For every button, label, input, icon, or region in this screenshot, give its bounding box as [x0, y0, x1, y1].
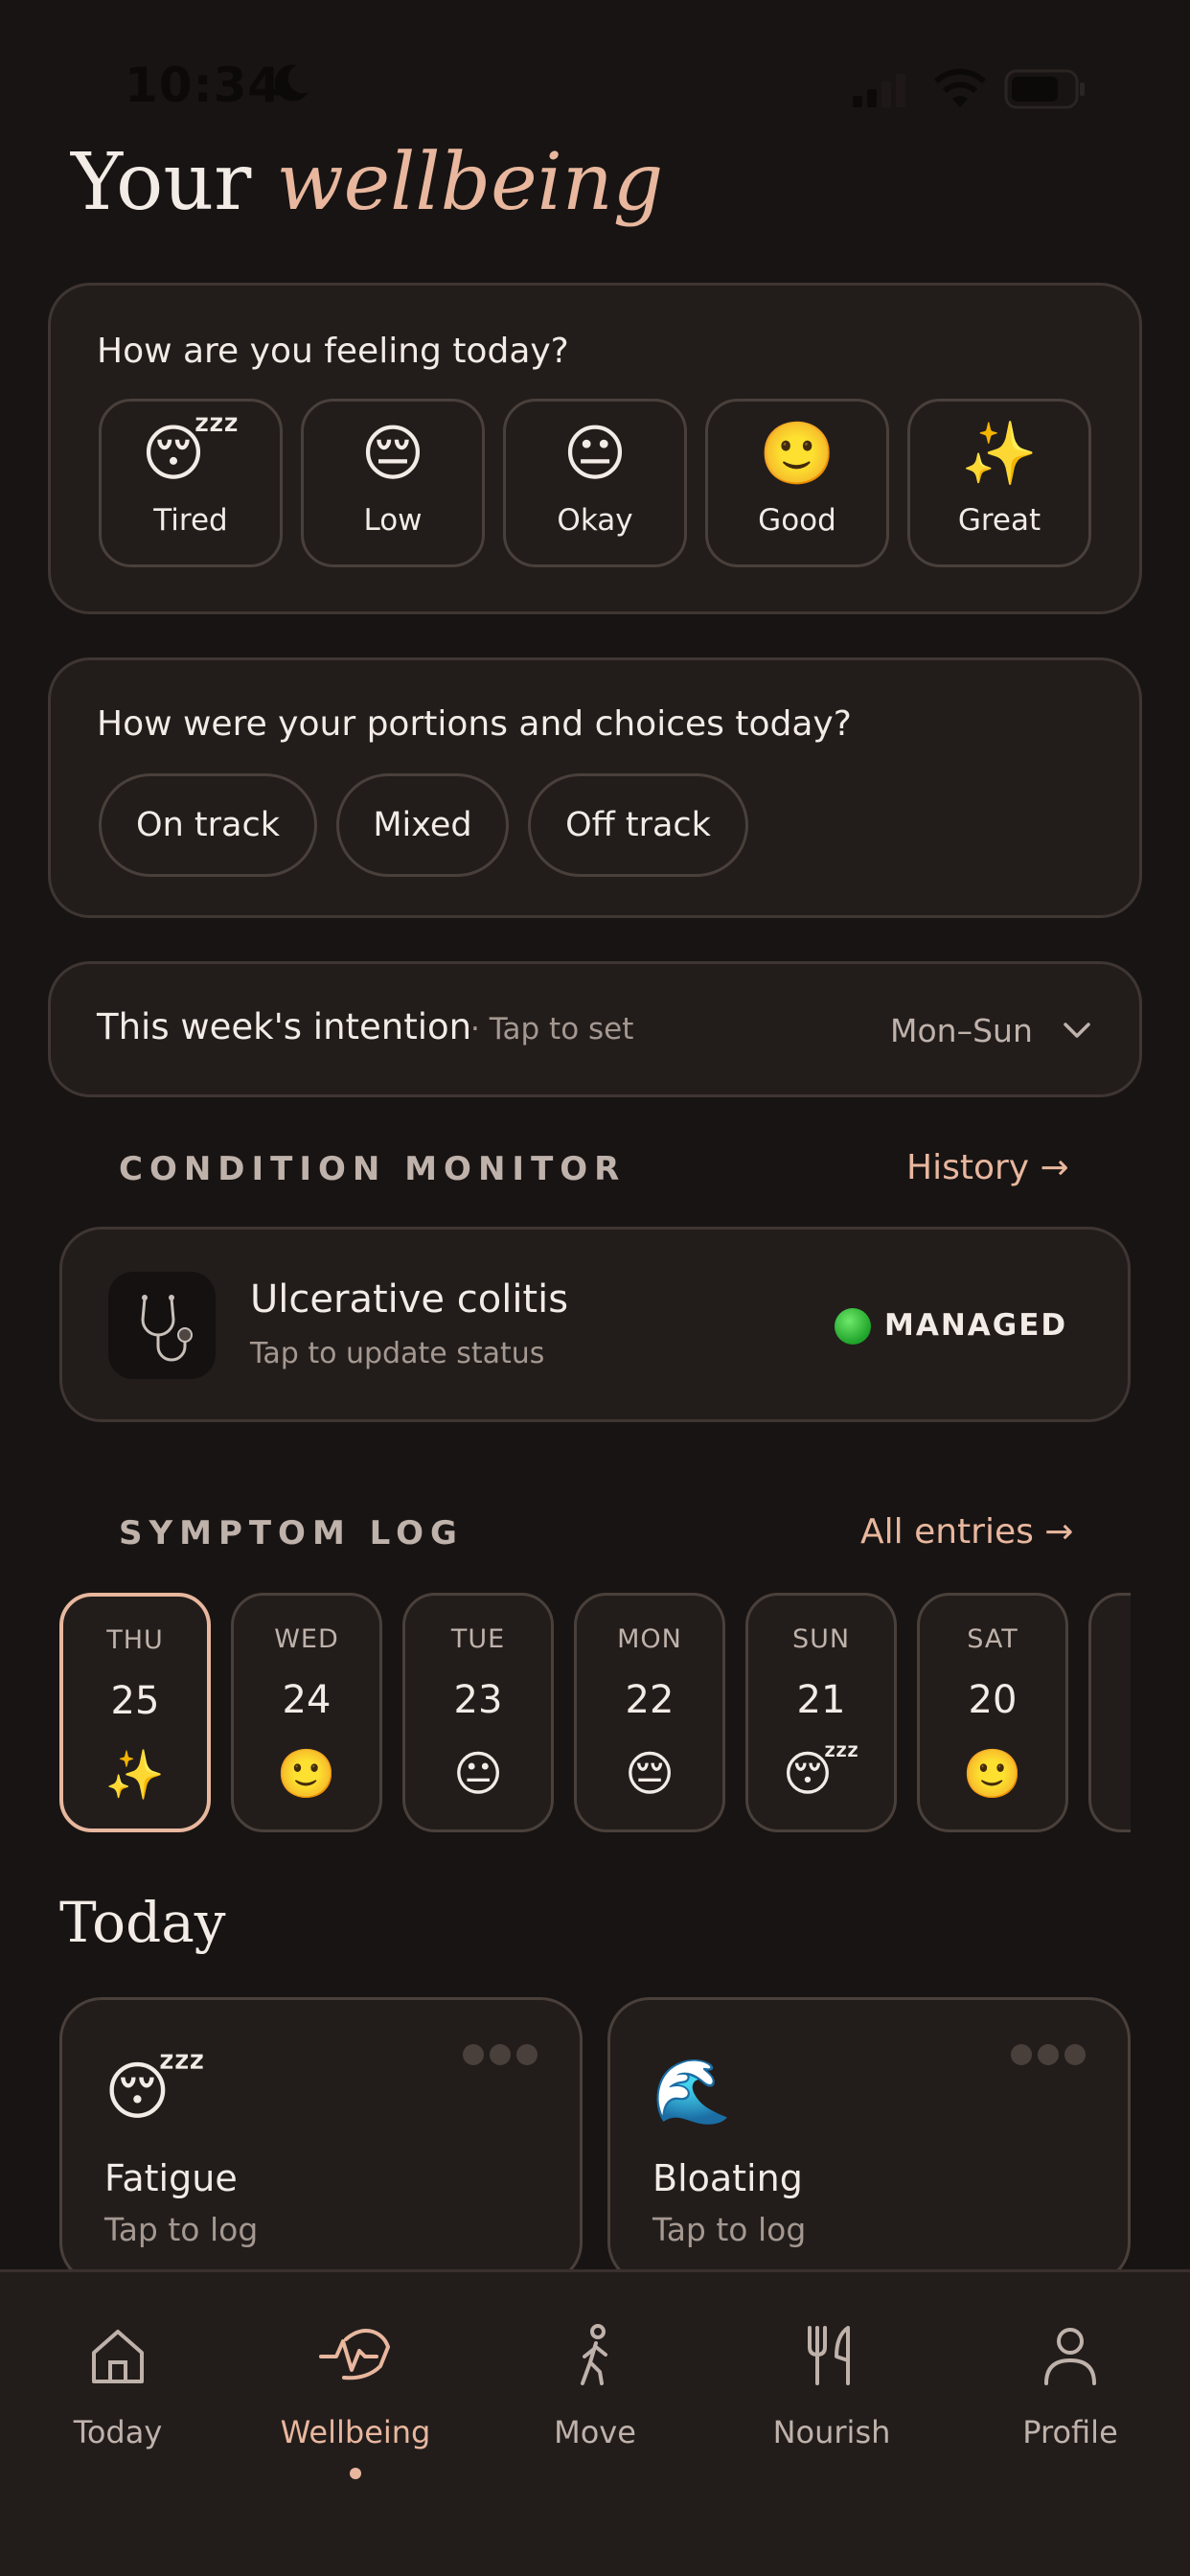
status-bar: 10:34 [0, 0, 1190, 144]
intention-card[interactable]: This week's intention · Tap to set Mon–S… [48, 961, 1142, 1097]
symptom-hint: Tap to log [652, 2211, 807, 2248]
condition-card[interactable]: Ulcerative colitis Tap to update status … [59, 1227, 1131, 1422]
mood-label: Great [957, 503, 1041, 538]
page-title: Your wellbeing [71, 144, 663, 222]
okay-emoji-icon: 😐 [562, 419, 628, 490]
mood-option-okay[interactable]: 😐 Okay [503, 399, 687, 567]
chevron-down-icon [1064, 1023, 1090, 1038]
day-of-week: TUE [450, 1624, 506, 1654]
moon-icon [274, 64, 309, 102]
day-of-week: SAT [967, 1624, 1018, 1654]
portions-card: How were your portions and choices today… [48, 657, 1142, 918]
symptom-hint: Tap to log [104, 2211, 259, 2248]
tab-label: Profile [1022, 2414, 1118, 2450]
sparkles-emoji-icon: ✨ [961, 419, 1038, 490]
day-number: 21 [796, 1678, 846, 1722]
symptom-name: Fatigue [104, 2157, 238, 2199]
fork-knife-icon [808, 2326, 850, 2385]
mood-label: Okay [557, 503, 633, 538]
all-entries-link[interactable]: All entries → [860, 1512, 1073, 1552]
condition-name: Ulcerative colitis [250, 1277, 569, 1322]
mood-label: Tired [153, 503, 228, 538]
symptom-card-fatigue[interactable]: 😴 Fatigue Tap to log [59, 1997, 583, 2285]
day-chip-thu[interactable]: THU 25 ✨ [59, 1593, 211, 1832]
sparkles-emoji-icon: ✨ [104, 1747, 166, 1803]
stethoscope-icon [108, 1272, 216, 1379]
tab-today[interactable]: Today [12, 2322, 223, 2485]
mood-option-good[interactable]: 🙂 Good [705, 399, 889, 567]
signal-icon [853, 74, 905, 107]
feeling-question: How are you feeling today? [97, 332, 569, 371]
active-tab-indicator [350, 2468, 361, 2479]
intention-range: Mon–Sun [890, 1012, 1033, 1049]
tab-profile[interactable]: Profile [965, 2322, 1176, 2485]
mood-label: Low [363, 503, 423, 538]
symptom-log-label: SYMPTOM LOG [119, 1514, 464, 1552]
tab-label: Nourish [772, 2414, 891, 2450]
day-number: 22 [625, 1678, 675, 1722]
tab-move[interactable]: Move [490, 2322, 700, 2485]
home-icon [92, 2330, 144, 2383]
history-link[interactable]: History → [906, 1148, 1069, 1187]
day-number: 24 [282, 1678, 332, 1722]
okay-emoji-icon: 😐 [452, 1746, 504, 1802]
day-of-week: MON [617, 1624, 682, 1654]
day-number: 23 [453, 1678, 503, 1722]
good-emoji-icon: 🙂 [962, 1746, 1023, 1802]
condition-subtitle: Tap to update status [250, 1337, 545, 1370]
day-chip-sat[interactable]: SAT 20 🙂 [917, 1593, 1068, 1832]
tired-emoji-icon: 😴 [782, 1746, 860, 1802]
day-of-week: SUN [791, 1624, 851, 1654]
symptom-card-bloating[interactable]: 🌊 Bloating Tap to log [607, 1997, 1131, 2285]
tab-label: Today [73, 2414, 163, 2450]
day-number: 25 [110, 1679, 160, 1723]
portion-option-mixed[interactable]: Mixed [336, 773, 509, 877]
page-title-accent: wellbeing [276, 137, 664, 228]
today-section-title: Today [59, 1890, 226, 1955]
wave-emoji-icon: 🌊 [652, 2055, 732, 2128]
portions-question: How were your portions and choices today… [97, 704, 852, 744]
heartbeat-hands-icon [319, 2329, 391, 2380]
good-emoji-icon: 🙂 [759, 419, 835, 490]
tab-nourish[interactable]: Nourish [726, 2322, 937, 2485]
mood-option-low[interactable]: 😔 Low [301, 399, 485, 567]
tired-emoji-icon: 😴 [141, 419, 240, 490]
symptom-name: Bloating [652, 2157, 803, 2199]
person-icon [1044, 2328, 1096, 2385]
mood-option-tired[interactable]: 😴 Tired [99, 399, 283, 567]
intention-title: This week's intention [97, 1006, 472, 1047]
condition-monitor-label: CONDITION MONITOR [119, 1150, 627, 1188]
tab-label: Wellbeing [280, 2414, 431, 2450]
day-chip-tue[interactable]: TUE 23 😐 [402, 1593, 554, 1832]
day-chip-mon[interactable]: MON 22 😔 [574, 1593, 725, 1832]
day-of-week: THU [106, 1625, 164, 1655]
feeling-card: How are you feeling today? 😴 Tired 😔 Low… [48, 283, 1142, 614]
day-chip-partial[interactable] [1088, 1593, 1131, 1832]
day-chip-wed[interactable]: WED 24 🙂 [231, 1593, 382, 1832]
portion-option-off-track[interactable]: Off track [528, 773, 748, 877]
tab-bar: Today Wellbeing Move Nourish Profile [0, 2269, 1190, 2576]
day-chip-sun[interactable]: SUN 21 😴 [745, 1593, 897, 1832]
wifi-icon [933, 68, 987, 107]
mood-label: Good [758, 503, 836, 538]
walking-icon [581, 2324, 607, 2385]
more-options-icon[interactable] [1005, 2044, 1086, 2069]
tired-emoji-icon: 😴 [104, 2055, 206, 2128]
battery-icon [1004, 69, 1085, 109]
low-emoji-icon: 😔 [360, 419, 425, 490]
day-number: 20 [968, 1678, 1018, 1722]
status-badge: MANAGED [884, 1308, 1068, 1343]
low-emoji-icon: 😔 [624, 1746, 675, 1802]
mood-option-great[interactable]: ✨ Great [907, 399, 1091, 567]
page-title-plain: Your [71, 137, 252, 228]
portion-option-on-track[interactable]: On track [99, 773, 317, 877]
status-time: 10:34 [125, 58, 283, 113]
tab-label: Move [554, 2414, 636, 2450]
more-options-icon[interactable] [457, 2044, 538, 2069]
intention-tap-hint: · Tap to set [470, 1012, 634, 1046]
status-dot-icon [835, 1308, 871, 1345]
good-emoji-icon: 🙂 [276, 1746, 337, 1802]
day-of-week: WED [274, 1624, 339, 1654]
tab-wellbeing[interactable]: Wellbeing [250, 2322, 461, 2485]
